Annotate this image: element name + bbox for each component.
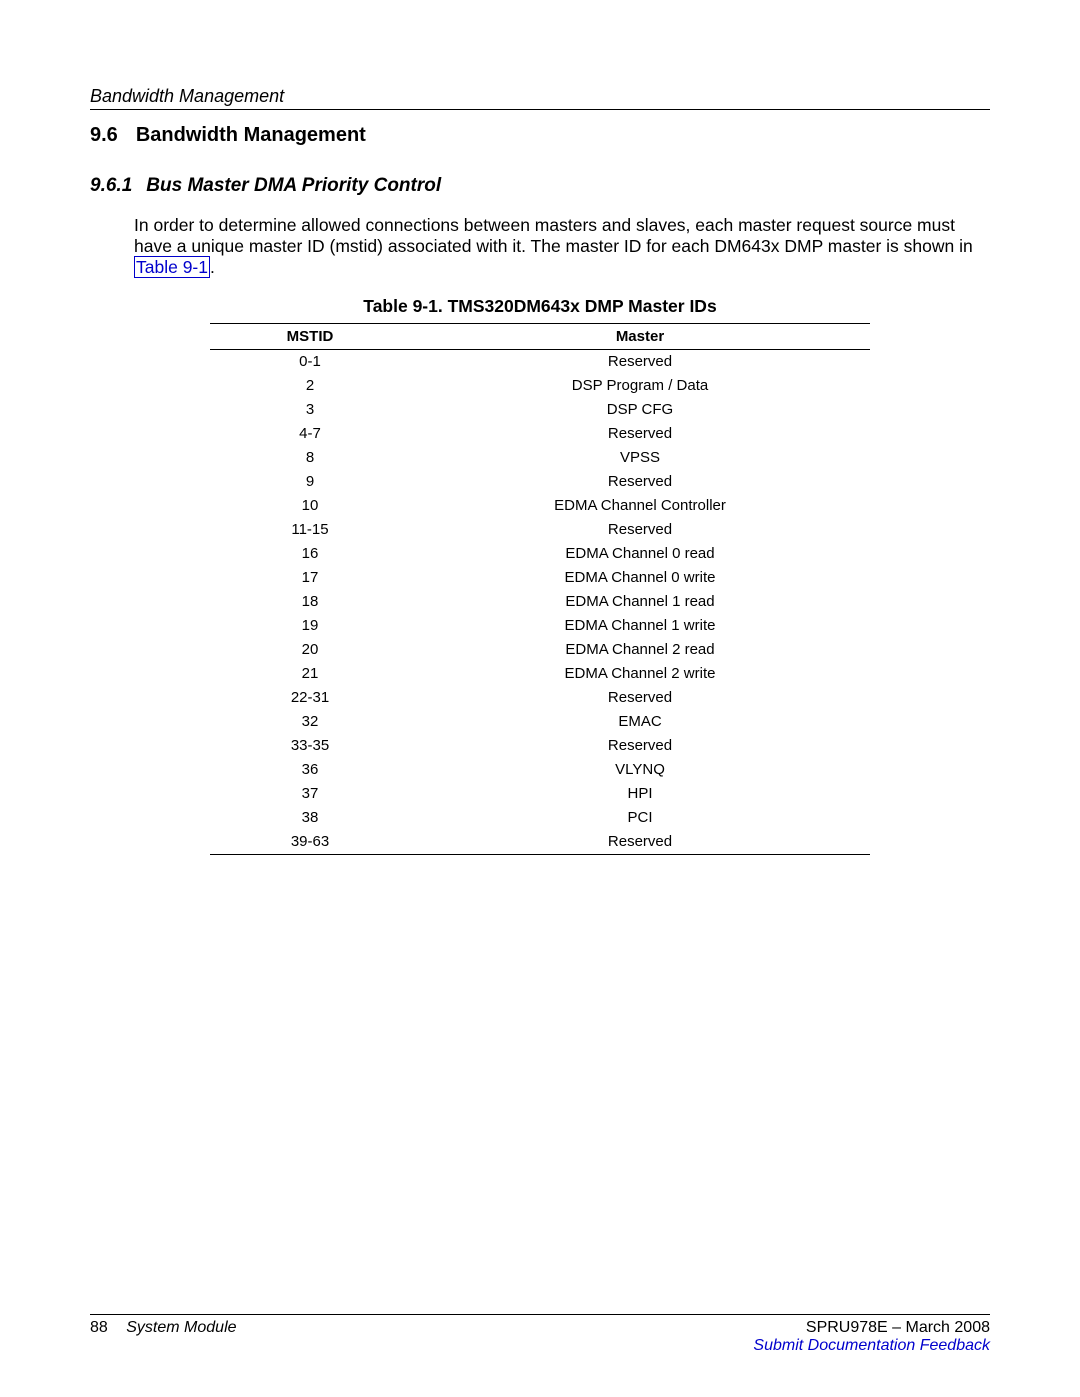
cell-mstid: 9 [210,470,410,494]
page-footer: 88 System Module SPRU978E – March 2008 S… [90,1314,990,1355]
cell-mstid: 3 [210,398,410,422]
cell-master: Reserved [410,470,870,494]
cell-master: DSP Program / Data [410,374,870,398]
footer-doc-id: SPRU978E – March 2008 [806,1319,990,1336]
cell-master: Reserved [410,686,870,710]
cell-master: Reserved [410,518,870,542]
footer-chapter: System Module [126,1319,236,1336]
table-row: 2DSP Program / Data [210,374,870,398]
table-header-mstid: MSTID [210,323,410,349]
table-row: 36VLYNQ [210,758,870,782]
table-caption: Table 9-1. TMS320DM643x DMP Master IDs [90,296,990,317]
footer-left: 88 System Module [90,1319,237,1337]
subsection-number: 9.6.1 [90,175,132,197]
cell-master: EDMA Channel 0 read [410,542,870,566]
running-header: Bandwidth Management [90,86,990,110]
table-row: 33-35Reserved [210,734,870,758]
cell-mstid: 0-1 [210,349,410,374]
cell-mstid: 32 [210,710,410,734]
cell-mstid: 39-63 [210,830,410,855]
table-row: 3DSP CFG [210,398,870,422]
master-id-table: MSTID Master 0-1Reserved2DSP Program / D… [210,323,870,855]
table-row: 32EMAC [210,710,870,734]
submit-feedback-link[interactable]: Submit Documentation Feedback [753,1337,990,1355]
cell-master: HPI [410,782,870,806]
cell-mstid: 36 [210,758,410,782]
table-row: 21EDMA Channel 2 write [210,662,870,686]
table-row: 11-15Reserved [210,518,870,542]
cell-mstid: 38 [210,806,410,830]
cell-master: EDMA Channel 0 write [410,566,870,590]
table-row: 10EDMA Channel Controller [210,494,870,518]
table-row: 8VPSS [210,446,870,470]
cell-mstid: 18 [210,590,410,614]
paragraph-text-post: . [210,257,215,277]
cell-master: VLYNQ [410,758,870,782]
cell-mstid: 33-35 [210,734,410,758]
cell-mstid: 37 [210,782,410,806]
body-paragraph: In order to determine allowed connection… [134,215,990,278]
paragraph-text-pre: In order to determine allowed connection… [134,215,973,256]
cell-mstid: 16 [210,542,410,566]
cell-master: VPSS [410,446,870,470]
cell-master: EDMA Channel Controller [410,494,870,518]
cell-mstid: 21 [210,662,410,686]
table-row: 39-63Reserved [210,830,870,855]
table-row: 9Reserved [210,470,870,494]
subsection-title: Bus Master DMA Priority Control [146,175,441,196]
table-row: 19EDMA Channel 1 write [210,614,870,638]
subsection-heading: 9.6.1 Bus Master DMA Priority Control [90,175,990,197]
table-row: 4-7Reserved [210,422,870,446]
cell-master: Reserved [410,734,870,758]
cell-mstid: 22-31 [210,686,410,710]
page-number: 88 [90,1319,108,1336]
section-number: 9.6 [90,124,118,147]
cell-master: Reserved [410,422,870,446]
cell-master: EDMA Channel 2 write [410,662,870,686]
table-row: 37HPI [210,782,870,806]
table-row: 0-1Reserved [210,349,870,374]
cell-mstid: 17 [210,566,410,590]
cell-mstid: 20 [210,638,410,662]
table-reference-link[interactable]: Table 9-1 [134,256,210,278]
table-row: 18EDMA Channel 1 read [210,590,870,614]
cell-master: EDMA Channel 1 write [410,614,870,638]
table-row: 17EDMA Channel 0 write [210,566,870,590]
table-row: 20EDMA Channel 2 read [210,638,870,662]
section-title: Bandwidth Management [136,124,366,146]
footer-right: SPRU978E – March 2008 Submit Documentati… [753,1319,990,1355]
table-row: 38PCI [210,806,870,830]
table-row: 22-31Reserved [210,686,870,710]
cell-master: Reserved [410,349,870,374]
cell-mstid: 19 [210,614,410,638]
cell-master: PCI [410,806,870,830]
cell-mstid: 11-15 [210,518,410,542]
cell-master: EMAC [410,710,870,734]
cell-master: EDMA Channel 1 read [410,590,870,614]
cell-master: DSP CFG [410,398,870,422]
page: Bandwidth Management 9.6 Bandwidth Manage… [0,0,1080,1397]
cell-master: EDMA Channel 2 read [410,638,870,662]
cell-master: Reserved [410,830,870,855]
cell-mstid: 10 [210,494,410,518]
table-header-master: Master [410,323,870,349]
cell-mstid: 4-7 [210,422,410,446]
cell-mstid: 2 [210,374,410,398]
table-row: 16EDMA Channel 0 read [210,542,870,566]
section-heading: 9.6 Bandwidth Management [90,124,990,147]
cell-mstid: 8 [210,446,410,470]
